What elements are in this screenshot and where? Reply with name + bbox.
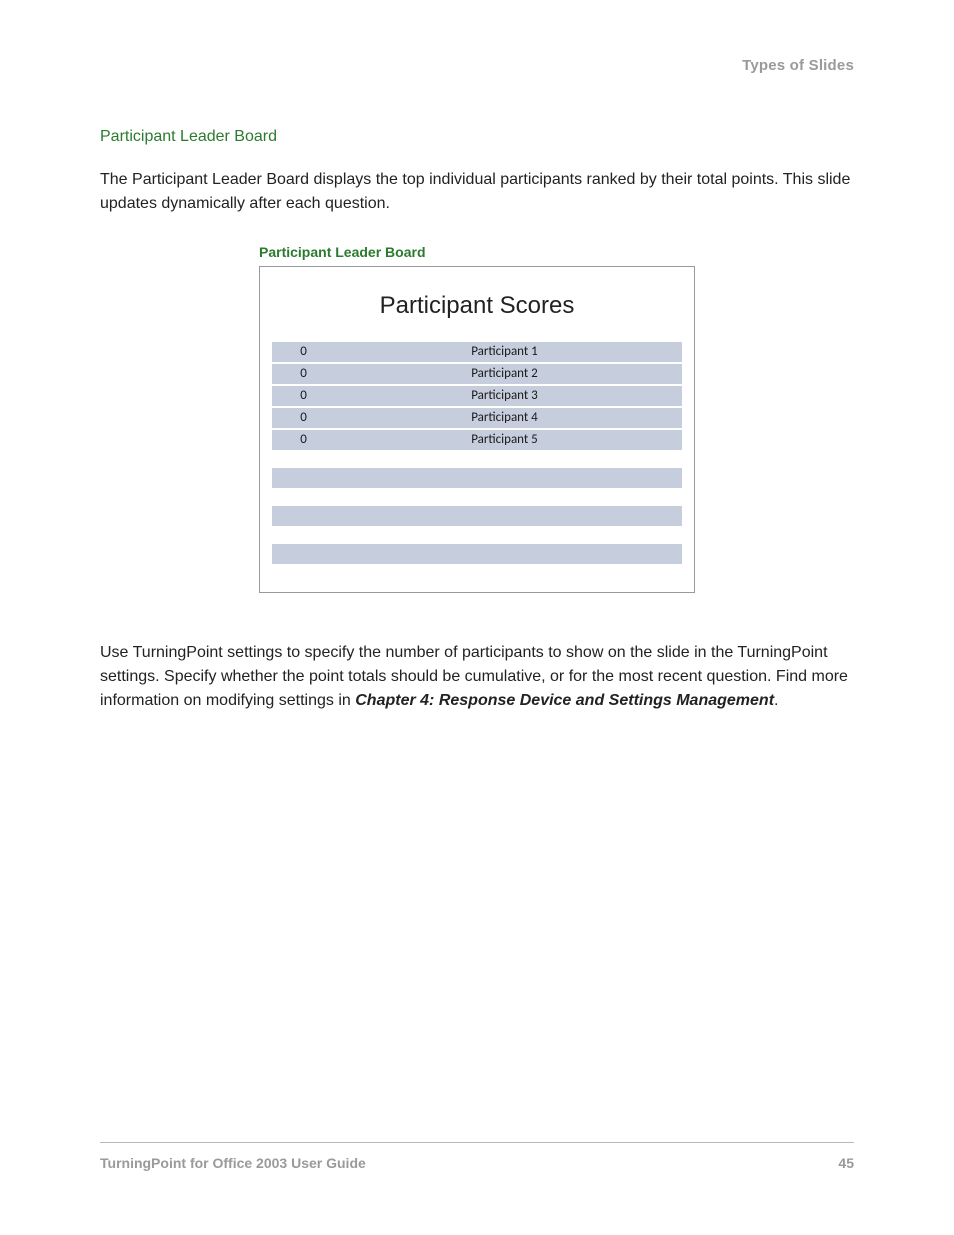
- followup-text-b: .: [774, 692, 778, 709]
- figure-caption: Participant Leader Board: [259, 242, 695, 262]
- figure-box: Participant Scores 0 Participant 1 0 Par…: [259, 266, 695, 593]
- score-value: 0: [276, 409, 331, 428]
- table-row: 0 Participant 4: [272, 408, 682, 428]
- empty-row: [272, 506, 682, 526]
- empty-row-gap: [272, 528, 682, 542]
- score-value: 0: [276, 431, 331, 450]
- page-footer: TurningPoint for Office 2003 User Guide …: [100, 1142, 854, 1173]
- running-header: Types of Slides: [100, 55, 854, 77]
- footer-title: TurningPoint for Office 2003 User Guide: [100, 1153, 366, 1173]
- footer-rule: [100, 1142, 854, 1143]
- followup-paragraph: Use TurningPoint settings to specify the…: [100, 641, 854, 713]
- score-value: 0: [276, 387, 331, 406]
- table-row: 0 Participant 3: [272, 386, 682, 406]
- empty-row: [272, 544, 682, 564]
- chapter-reference: Chapter 4: Response Device and Settings …: [355, 692, 774, 709]
- empty-row-gap: [272, 452, 682, 466]
- table-row: 0 Participant 2: [272, 364, 682, 384]
- table-row: 0 Participant 5: [272, 430, 682, 450]
- section-heading: Participant Leader Board: [100, 125, 854, 148]
- empty-row-gap: [272, 490, 682, 504]
- intro-paragraph: The Participant Leader Board displays th…: [100, 168, 854, 216]
- figure-title: Participant Scores: [272, 289, 682, 324]
- participant-name: Participant 5: [331, 431, 678, 450]
- score-value: 0: [276, 365, 331, 384]
- table-row: 0 Participant 1: [272, 342, 682, 362]
- participant-name: Participant 1: [331, 343, 678, 362]
- participant-name: Participant 4: [331, 409, 678, 428]
- participant-name: Participant 3: [331, 387, 678, 406]
- page: Types of Slides Participant Leader Board…: [0, 0, 954, 713]
- page-number: 45: [838, 1153, 854, 1173]
- participant-name: Participant 2: [331, 365, 678, 384]
- score-value: 0: [276, 343, 331, 362]
- figure: Participant Leader Board Participant Sco…: [100, 242, 854, 593]
- empty-row: [272, 468, 682, 488]
